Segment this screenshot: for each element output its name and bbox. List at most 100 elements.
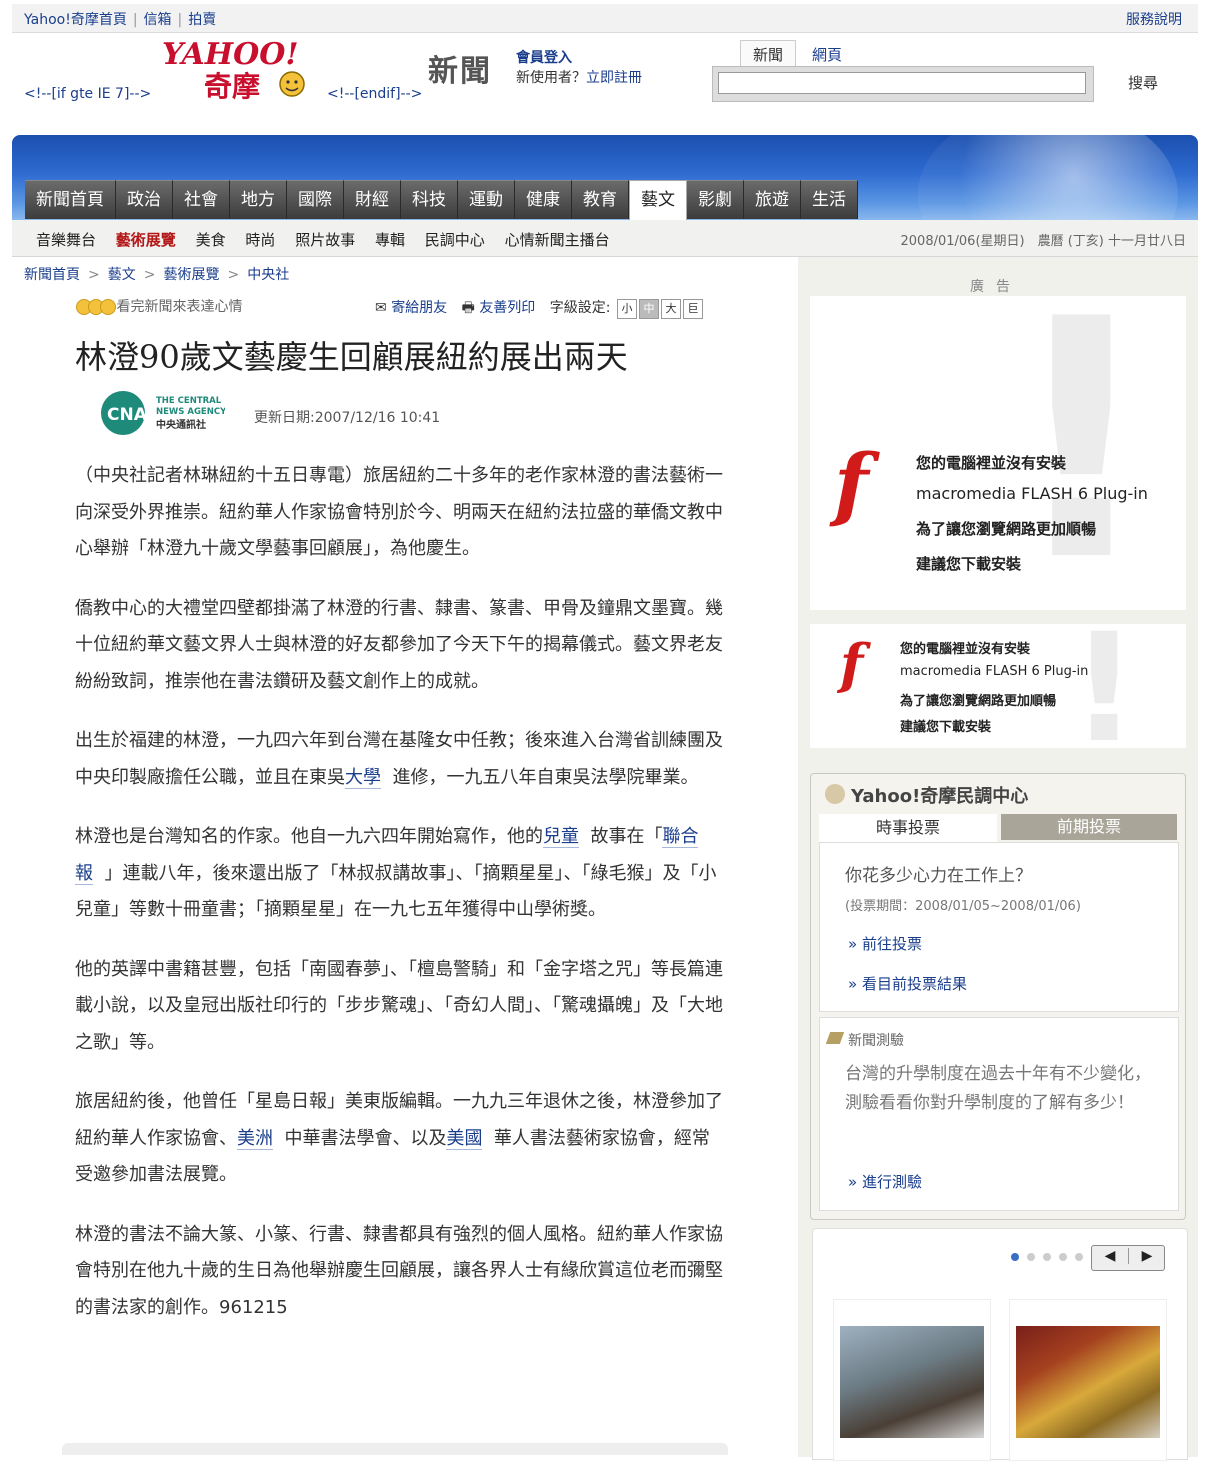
nav-tab-finance[interactable]: 財經 xyxy=(344,180,401,219)
carousel-prev-button[interactable]: ◀ xyxy=(1092,1248,1128,1264)
yahoo-kimo-logo[interactable]: YAHOO! 奇摩 xyxy=(160,38,320,102)
ie-conditional-open: <!--[if gte IE 7]--> xyxy=(24,86,152,102)
register-link[interactable]: 立即註冊 xyxy=(586,70,642,86)
flash-logo-icon: f xyxy=(840,632,864,696)
pencil-icon xyxy=(825,1032,845,1044)
auction-link[interactable]: 拍賣 xyxy=(188,12,216,28)
nav-tab-health[interactable]: 健康 xyxy=(515,180,572,219)
flash-ad-large[interactable]: ! f 您的電腦裡並沒有安裝 macromedia FLASH 6 Plug-i… xyxy=(810,296,1186,610)
ie-conditional-close: <!--[endif]--> xyxy=(327,86,423,102)
nav-tab-international[interactable]: 國際 xyxy=(287,180,344,219)
mood-face-icon xyxy=(100,299,116,315)
nav-tab-travel[interactable]: 旅遊 xyxy=(744,180,801,219)
poll-center: Yahoo!奇摩民調中心 時事投票 前期投票 你花多少心力在工作上？ (投票期間… xyxy=(810,773,1186,1220)
cna-logo: CNA THE CENTRAL NEWS AGENCY 中央通訊社 xyxy=(101,391,225,435)
search-tab-web[interactable]: 網頁 xyxy=(800,41,855,68)
search-input[interactable] xyxy=(718,72,1086,94)
carousel-next-button[interactable]: ▶ xyxy=(1128,1248,1165,1264)
keyword-link-usa[interactable]: 美國 xyxy=(446,1127,483,1150)
font-size-huge-button[interactable]: 巨 xyxy=(682,299,703,319)
article-paragraph: 他的英譯中書籍甚豐，包括「南國春夢」、「檀島警騎」和「金字塔之咒」等長篇連載小說… xyxy=(75,958,723,1053)
poll-title: Yahoo!奇摩民調中心 xyxy=(851,786,1029,807)
search-button[interactable]: 搜尋 xyxy=(1128,72,1158,93)
carousel-dot[interactable] xyxy=(1075,1253,1083,1261)
flash-ad-text: 您的電腦裡並沒有安裝 xyxy=(916,454,1067,472)
quiz-title: 新聞測驗 xyxy=(848,1033,904,1049)
globe-decoration xyxy=(918,135,1178,220)
search-tab-news[interactable]: 新聞 xyxy=(740,40,797,68)
nav-tab-politics[interactable]: 政治 xyxy=(116,180,173,219)
subnav-art-exhibition[interactable]: 藝術展覽 xyxy=(116,231,176,249)
font-size-label: 字級設定: xyxy=(549,300,611,316)
member-login-link[interactable]: 會員登入 xyxy=(516,48,642,68)
carousel-dot[interactable] xyxy=(1059,1253,1067,1261)
nav-tab-life[interactable]: 生活 xyxy=(801,180,858,219)
photo-carousel: ◀ ▶ xyxy=(812,1228,1188,1461)
main-nav: 新聞首頁 政治 社會 地方 國際 財經 科技 運動 健康 教育 藝文 影劇 旅遊… xyxy=(25,180,858,221)
subnav-poll-center[interactable]: 民調中心 xyxy=(425,231,485,249)
article-paragraph: （中央社記者林琳紐約十五日專電）旅居紐約二十多年的老作家林澄的書法藝術一向深受外… xyxy=(75,465,723,559)
mail-link[interactable]: 信箱 xyxy=(144,12,172,28)
article-paragraph: 僑教中心的大禮堂四壁都掛滿了林澄的行書、隸書、篆書、甲骨及鐘鼎文墨寶。幾十位紐約… xyxy=(75,597,723,692)
nav-tab-news-home[interactable]: 新聞首頁 xyxy=(25,180,116,219)
poll-icon xyxy=(825,784,845,804)
poll-vote-link[interactable]: » 前往投票 xyxy=(848,933,922,954)
nav-tab-education[interactable]: 教育 xyxy=(572,180,629,219)
subnav-mood-anchor[interactable]: 心情新聞主播台 xyxy=(505,231,610,249)
nav-tab-society[interactable]: 社會 xyxy=(173,180,230,219)
svg-text:THE CENTRAL: THE CENTRAL xyxy=(156,396,222,406)
carousel-dot[interactable] xyxy=(1027,1253,1035,1261)
carousel-controls: ◀ ▶ xyxy=(1091,1245,1165,1271)
breadcrumb-exhibition[interactable]: 藝術展覽 xyxy=(163,267,219,283)
send-to-friend-link[interactable]: 寄給朋友 xyxy=(391,300,447,316)
help-link[interactable]: 服務說明 xyxy=(1126,12,1182,28)
svg-text:奇摩: 奇摩 xyxy=(204,70,260,102)
mood-prompt[interactable]: 看完新聞來表達心情 xyxy=(76,296,242,316)
article-title: 林澄90歲文藝慶生回顧展紐約展出兩天 xyxy=(75,338,628,376)
breadcrumb-cna[interactable]: 中央社 xyxy=(247,267,289,283)
breadcrumb-news-home[interactable]: 新聞首頁 xyxy=(24,267,80,283)
nav-tab-tech[interactable]: 科技 xyxy=(401,180,458,219)
flash-ad-text: 為了讓您瀏覽網路更加順暢 xyxy=(916,520,1097,538)
keyword-link-america[interactable]: 美洲 xyxy=(237,1127,273,1150)
subnav-food[interactable]: 美食 xyxy=(196,231,226,249)
news-quiz: 新聞測驗 台灣的升學制度在過去十年有不少變化，測驗看看你對升學制度的了解有多少！… xyxy=(819,1017,1179,1211)
current-date: 2008/01/06(星期日) 農曆 (丁亥) 十一月廿八日 xyxy=(900,234,1186,249)
quiz-start-link[interactable]: » 進行測驗 xyxy=(848,1171,922,1192)
exclamation-icon: ! xyxy=(1006,296,1157,610)
top-utility-bar: Yahoo!奇摩首頁 | 信箱 | 拍賣 服務說明 xyxy=(12,4,1198,33)
subnav-photo-story[interactable]: 照片故事 xyxy=(295,231,355,249)
nav-tab-entertainment[interactable]: 影劇 xyxy=(687,180,744,219)
poll-body: 你花多少心力在工作上？ (投票期間：2008/01/05~2008/01/06)… xyxy=(819,842,1179,1012)
keyword-link-children[interactable]: 兒童 xyxy=(543,826,579,848)
poll-tab-past[interactable]: 前期投票 xyxy=(1001,814,1177,840)
font-size-medium-button[interactable]: 中 xyxy=(638,299,659,319)
update-date: 更新日期:2007/12/16 10:41 xyxy=(254,410,441,426)
flash-ad-text: macromedia FLASH 6 Plug-in xyxy=(900,664,1089,679)
nav-tab-arts[interactable]: 藝文 xyxy=(629,180,687,221)
print-link[interactable]: 友善列印 xyxy=(479,300,535,316)
carousel-thumb[interactable] xyxy=(833,1299,991,1461)
subnav-fashion[interactable]: 時尚 xyxy=(245,231,275,249)
article-footer-bar xyxy=(62,1443,728,1455)
carousel-dot[interactable] xyxy=(1011,1253,1019,1261)
yahoo-home-link[interactable]: Yahoo!奇摩首頁 xyxy=(24,12,127,28)
article-body: （中央社記者林琳紐約十五日專電）旅居紐約二十多年的老作家林澄的書法藝術一向深受外… xyxy=(75,458,725,1349)
keyword-link-university[interactable]: 大學 xyxy=(345,766,381,789)
article-paragraph: 出生於福建的林澄，一九四六年到台灣在基隆女中任教；後來進入台灣省訓練團及中央印製… xyxy=(75,730,723,789)
font-size-large-button[interactable]: 大 xyxy=(660,299,681,319)
poll-result-link[interactable]: » 看目前投票結果 xyxy=(848,973,967,994)
carousel-dot[interactable] xyxy=(1043,1253,1051,1261)
nav-tab-local[interactable]: 地方 xyxy=(230,180,287,219)
carousel-thumb[interactable] xyxy=(1009,1299,1167,1461)
flash-ad-small[interactable]: ! f 您的電腦裡並沒有安裝 macromedia FLASH 6 Plug-i… xyxy=(810,624,1186,748)
subnav-music[interactable]: 音樂舞台 xyxy=(36,231,96,249)
poll-tab-current[interactable]: 時事投票 xyxy=(819,814,997,842)
font-size-small-button[interactable]: 小 xyxy=(616,299,637,319)
breadcrumb-arts[interactable]: 藝文 xyxy=(108,267,136,283)
search-tabs: 新聞 網頁 xyxy=(740,40,858,68)
subnav-special[interactable]: 專輯 xyxy=(375,231,405,249)
flash-ad-text: 建議您下載安裝 xyxy=(916,555,1022,573)
quiz-text: 台灣的升學制度在過去十年有不少變化，測驗看看你對升學制度的了解有多少！ xyxy=(845,1064,1151,1113)
nav-tab-sports[interactable]: 運動 xyxy=(458,180,515,219)
